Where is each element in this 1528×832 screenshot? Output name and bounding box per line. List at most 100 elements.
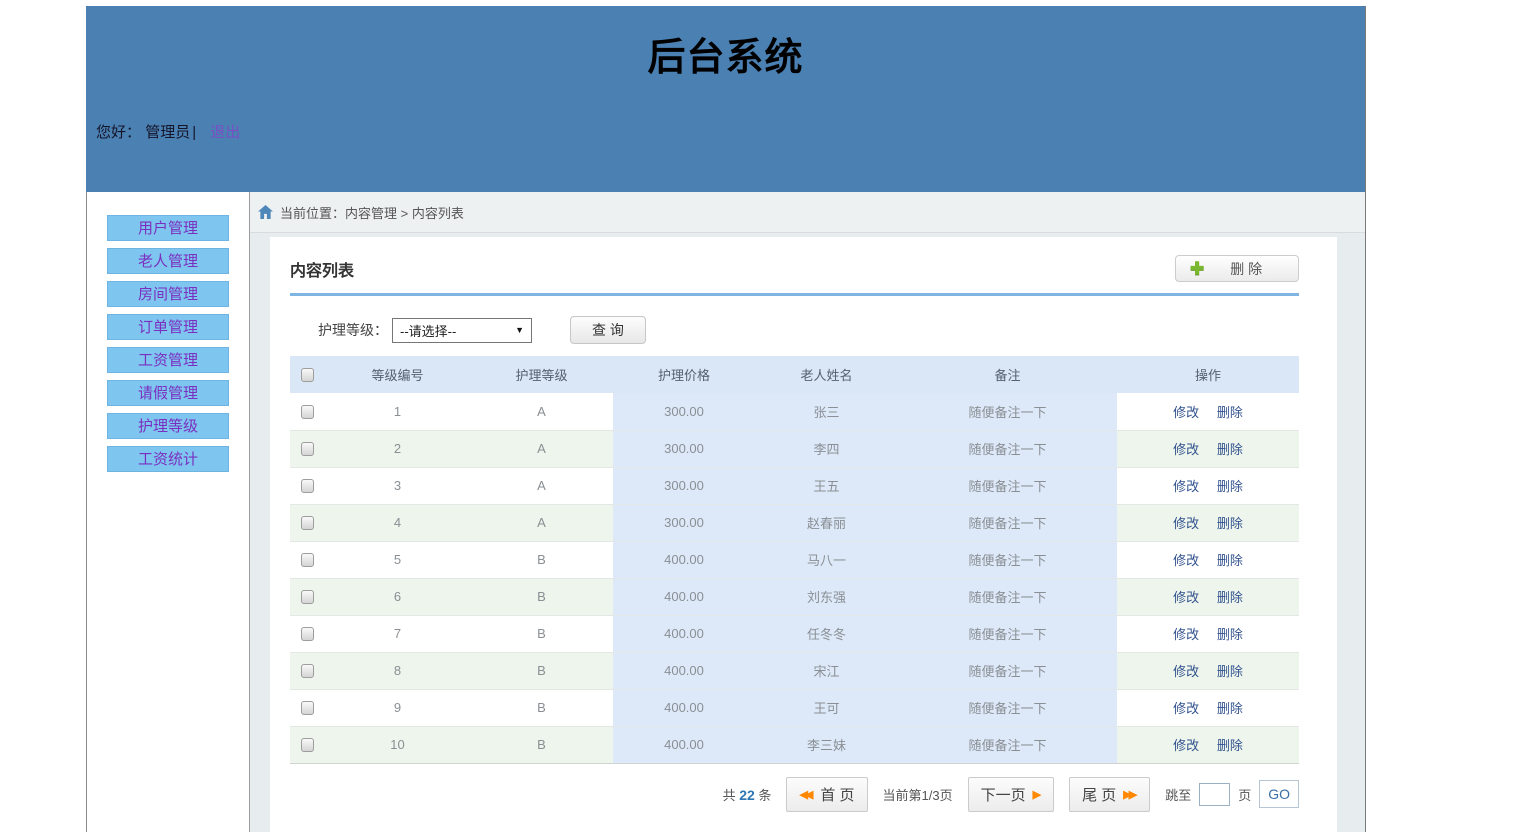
- caret-down-icon: ▼: [515, 325, 524, 335]
- table-row: 2 A 300.00 李四 随便备注一下 修改 删除: [290, 430, 1299, 467]
- cell-elder-name: 刘东强: [755, 578, 898, 615]
- row-checkbox[interactable]: [301, 405, 314, 419]
- delete-link[interactable]: 删除: [1217, 442, 1243, 457]
- page-title: 后台系统: [86, 6, 1365, 81]
- delete-link[interactable]: 删除: [1217, 701, 1243, 716]
- cell-care-price: 400.00: [613, 578, 755, 615]
- pagination: 共 22 条 ◀◀ 首 页 当前第1/3页 下一页 ▶ 尾 页: [290, 777, 1299, 828]
- table-row: 4 A 300.00 赵春丽 随便备注一下 修改 删除: [290, 504, 1299, 541]
- cell-level-id: 1: [325, 393, 470, 430]
- table-row: 6 B 400.00 刘东强 随便备注一下 修改 删除: [290, 578, 1299, 615]
- logout-link[interactable]: 退出: [210, 124, 240, 141]
- row-checkbox[interactable]: [301, 701, 314, 715]
- edit-link[interactable]: 修改: [1173, 738, 1199, 753]
- cell-note: 随便备注一下: [898, 393, 1117, 430]
- row-checkbox[interactable]: [301, 590, 314, 604]
- row-checkbox[interactable]: [301, 442, 314, 456]
- select-value: --请选择--: [400, 321, 456, 340]
- row-checkbox[interactable]: [301, 516, 314, 530]
- row-checkbox[interactable]: [301, 627, 314, 641]
- sidebar-menu-item[interactable]: 护理等级: [107, 413, 229, 439]
- cell-care-level: A: [470, 467, 613, 504]
- cell-level-id: 8: [325, 652, 470, 689]
- cell-elder-name: 王五: [755, 467, 898, 504]
- sidebar-menu-item[interactable]: 工资统计: [107, 446, 229, 472]
- edit-link[interactable]: 修改: [1173, 701, 1199, 716]
- edit-link[interactable]: 修改: [1173, 442, 1199, 457]
- double-left-arrow-icon: ◀◀: [799, 788, 813, 801]
- cell-care-level: B: [470, 726, 613, 763]
- next-page-button[interactable]: 下一页 ▶: [968, 777, 1054, 812]
- jump-to-page: 跳至 页 GO: [1165, 780, 1299, 808]
- cell-note: 随便备注一下: [898, 615, 1117, 652]
- delete-link[interactable]: 删除: [1217, 738, 1243, 753]
- content-table: 等级编号 护理等级 护理价格 老人姓名 备注 操作 1 A 300.00 张三 …: [290, 356, 1299, 764]
- cell-care-level: B: [470, 689, 613, 726]
- jump-page-input[interactable]: [1199, 783, 1230, 806]
- sidebar-menu-item[interactable]: 订单管理: [107, 314, 229, 340]
- go-button[interactable]: GO: [1259, 780, 1299, 808]
- right-arrow-icon: ▶: [1033, 788, 1041, 801]
- sidebar-menu-item[interactable]: 房间管理: [107, 281, 229, 307]
- delete-link[interactable]: 删除: [1217, 664, 1243, 679]
- username: 管理员: [145, 124, 190, 141]
- cell-level-id: 4: [325, 504, 470, 541]
- cell-elder-name: 李三妹: [755, 726, 898, 763]
- greeting-separator: |: [192, 124, 196, 141]
- table-row: 10 B 400.00 李三妹 随便备注一下 修改 删除: [290, 726, 1299, 763]
- table-row: 5 B 400.00 马八一 随便备注一下 修改 删除: [290, 541, 1299, 578]
- select-all-checkbox[interactable]: [301, 368, 314, 382]
- table-row: 1 A 300.00 张三 随便备注一下 修改 删除: [290, 393, 1299, 430]
- delete-link[interactable]: 删除: [1217, 405, 1243, 420]
- sidebar-menu-item[interactable]: 工资管理: [107, 347, 229, 373]
- row-checkbox[interactable]: [301, 738, 314, 752]
- cell-care-level: B: [470, 541, 613, 578]
- cell-care-level: A: [470, 393, 613, 430]
- cell-care-level: A: [470, 504, 613, 541]
- cell-level-id: 10: [325, 726, 470, 763]
- delete-link[interactable]: 删除: [1217, 627, 1243, 642]
- double-right-arrow-icon: ▶▶: [1123, 788, 1137, 801]
- row-checkbox[interactable]: [301, 479, 314, 493]
- bulk-delete-button[interactable]: ✚ 删 除: [1175, 255, 1299, 282]
- cell-level-id: 2: [325, 430, 470, 467]
- care-level-select[interactable]: --请选择-- ▼: [392, 318, 532, 343]
- cell-care-price: 300.00: [613, 430, 755, 467]
- row-checkbox[interactable]: [301, 553, 314, 567]
- delete-link[interactable]: 删除: [1217, 479, 1243, 494]
- cell-care-level: B: [470, 578, 613, 615]
- sidebar-menu-item[interactable]: 请假管理: [107, 380, 229, 406]
- cell-level-id: 7: [325, 615, 470, 652]
- cell-care-price: 400.00: [613, 541, 755, 578]
- table-row: 8 B 400.00 宋江 随便备注一下 修改 删除: [290, 652, 1299, 689]
- breadcrumb-text: 当前位置：内容管理 > 内容列表: [280, 203, 464, 222]
- cell-care-price: 400.00: [613, 689, 755, 726]
- delete-link[interactable]: 删除: [1217, 553, 1243, 568]
- edit-link[interactable]: 修改: [1173, 553, 1199, 568]
- cell-note: 随便备注一下: [898, 467, 1117, 504]
- title-underline: [290, 293, 1299, 296]
- last-page-button[interactable]: 尾 页 ▶▶: [1069, 777, 1150, 812]
- edit-link[interactable]: 修改: [1173, 627, 1199, 642]
- edit-link[interactable]: 修改: [1173, 405, 1199, 420]
- edit-link[interactable]: 修改: [1173, 479, 1199, 494]
- jump-label: 跳至: [1165, 785, 1191, 804]
- bulk-delete-label: 删 除: [1230, 259, 1262, 279]
- total-count-text: 共 22 条: [723, 785, 772, 804]
- first-page-button[interactable]: ◀◀ 首 页: [786, 777, 867, 812]
- edit-link[interactable]: 修改: [1173, 590, 1199, 605]
- sidebar-menu-item[interactable]: 用户管理: [107, 215, 229, 241]
- table-body: 1 A 300.00 张三 随便备注一下 修改 删除 2 A 300.00 李四…: [290, 393, 1299, 763]
- sidebar-menu-item[interactable]: 老人管理: [107, 248, 229, 274]
- search-button[interactable]: 查 询: [570, 316, 646, 344]
- delete-link[interactable]: 删除: [1217, 516, 1243, 531]
- column-header-name: 老人姓名: [755, 356, 898, 393]
- edit-link[interactable]: 修改: [1173, 664, 1199, 679]
- row-checkbox[interactable]: [301, 664, 314, 678]
- cell-care-level: B: [470, 652, 613, 689]
- delete-link[interactable]: 删除: [1217, 590, 1243, 605]
- table-row: 7 B 400.00 任冬冬 随便备注一下 修改 删除: [290, 615, 1299, 652]
- cell-care-price: 400.00: [613, 615, 755, 652]
- edit-link[interactable]: 修改: [1173, 516, 1199, 531]
- cell-elder-name: 任冬冬: [755, 615, 898, 652]
